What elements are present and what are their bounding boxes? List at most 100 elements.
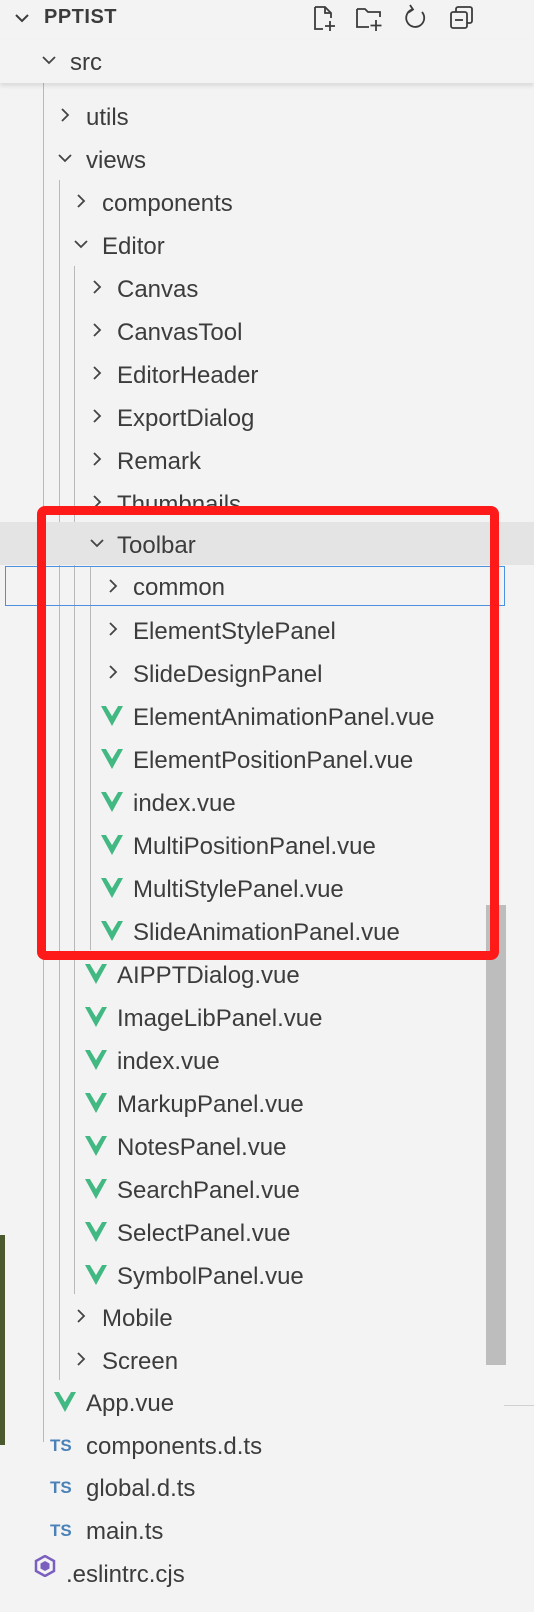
- file-explorer: PPTIST src types: [0, 0, 534, 1612]
- tree-folder-exportdialog[interactable]: ExportDialog: [0, 395, 534, 438]
- tree-folder-mobile[interactable]: Mobile: [0, 1295, 534, 1338]
- tree-file-app[interactable]: App.vue: [0, 1380, 534, 1423]
- vue-file-icon: [101, 835, 123, 855]
- tree-file-eslintrc[interactable]: .eslintrc.cjs: [0, 1551, 534, 1594]
- chevron-right-icon[interactable]: [88, 407, 106, 425]
- background-edge: [0, 1235, 5, 1445]
- tree-item-label: main.ts: [86, 1518, 164, 1545]
- tree-file-aipptdialog[interactable]: AIPPTDialog.vue: [0, 952, 534, 995]
- chevron-right-icon[interactable]: [72, 192, 90, 210]
- tree-folder-remark[interactable]: Remark: [0, 438, 534, 481]
- tree-item-label: common: [133, 574, 226, 601]
- tree-folder-canvastool[interactable]: CanvasTool: [0, 309, 534, 352]
- tree-file-notespanel[interactable]: NotesPanel.vue: [0, 1124, 534, 1167]
- chevron-down-icon[interactable]: [88, 534, 106, 552]
- collapse-all-icon[interactable]: [448, 4, 476, 32]
- tree-folder-views[interactable]: views: [0, 137, 534, 180]
- tree-item-label: AIPPTDialog.vue: [117, 962, 300, 989]
- tree-item-label: src: [70, 49, 102, 76]
- tree-folder-src[interactable]: src: [0, 40, 534, 83]
- refresh-icon[interactable]: [401, 4, 429, 32]
- typescript-file-icon: TS: [50, 1521, 72, 1540]
- tree-file-markuppanel[interactable]: MarkupPanel.vue: [0, 1081, 534, 1124]
- tree-folder-common[interactable]: common: [5, 566, 505, 606]
- tree-file-slideanimationpanel[interactable]: SlideAnimationPanel.vue: [0, 909, 534, 952]
- tree-item-label: components: [102, 190, 233, 217]
- tree-folder-screen[interactable]: Screen: [0, 1338, 534, 1381]
- tree-folder-slidedesignpanel[interactable]: SlideDesignPanel: [0, 651, 534, 694]
- explorer-title: PPTIST: [44, 6, 118, 28]
- vue-file-icon: [85, 1265, 107, 1285]
- tree-file-searchpanel[interactable]: SearchPanel.vue: [0, 1167, 534, 1210]
- tree-item-label: utils: [86, 104, 129, 131]
- tree-file-global-d-ts[interactable]: TS global.d.ts: [0, 1465, 534, 1508]
- vue-file-icon: [54, 1392, 76, 1412]
- chevron-right-icon[interactable]: [56, 106, 74, 124]
- typescript-file-icon: TS: [50, 1478, 72, 1497]
- new-folder-icon[interactable]: [355, 4, 383, 32]
- tree-item-label: ElementAnimationPanel.vue: [133, 704, 435, 731]
- tree-file-multipositionpanel[interactable]: MultiPositionPanel.vue: [0, 823, 534, 866]
- chevron-right-icon[interactable]: [88, 493, 106, 511]
- tree-item-label: SlideAnimationPanel.vue: [133, 919, 400, 946]
- tree-folder-components[interactable]: components: [0, 180, 534, 223]
- vue-file-icon: [101, 878, 123, 898]
- tree-item-label: .eslintrc.cjs: [66, 1561, 185, 1588]
- vue-file-icon: [101, 921, 123, 941]
- eslint-file-icon: [34, 1555, 56, 1577]
- chevron-right-icon[interactable]: [88, 364, 106, 382]
- chevron-right-icon[interactable]: [104, 620, 122, 638]
- tree-file-editor-index[interactable]: index.vue: [0, 1038, 534, 1081]
- chevron-right-icon[interactable]: [72, 1307, 90, 1325]
- tree-folder-utils[interactable]: utils: [0, 94, 534, 137]
- tree-file-main-ts[interactable]: TS main.ts: [0, 1508, 534, 1551]
- chevron-right-icon[interactable]: [88, 278, 106, 296]
- chevron-right-icon[interactable]: [104, 663, 122, 681]
- tree-file-toolbar-index[interactable]: index.vue: [0, 780, 534, 823]
- chevron-down-icon[interactable]: [56, 149, 74, 167]
- chevron-down-icon[interactable]: [72, 235, 90, 253]
- scrollbar-thumb[interactable]: [486, 905, 506, 1365]
- tree-item-label: global.d.ts: [86, 1475, 196, 1502]
- tree-item-label: ExportDialog: [117, 405, 255, 432]
- tree-item-label: components.d.ts: [86, 1433, 263, 1460]
- vue-file-icon: [85, 1222, 107, 1242]
- tree-item-label: Screen: [102, 1348, 179, 1375]
- chevron-right-icon[interactable]: [88, 450, 106, 468]
- tree-file-components-d-ts[interactable]: TS components.d.ts: [0, 1423, 534, 1466]
- tree-item-label: index.vue: [133, 790, 236, 817]
- tree-item-label: ElementPositionPanel.vue: [133, 747, 414, 774]
- vue-file-icon: [101, 749, 123, 769]
- vue-file-icon: [101, 792, 123, 812]
- tree-folder-canvas[interactable]: Canvas: [0, 266, 534, 309]
- vue-file-icon: [85, 1136, 107, 1156]
- tree-item-label: SelectPanel.vue: [117, 1220, 291, 1247]
- tree-file-selectpanel[interactable]: SelectPanel.vue: [0, 1210, 534, 1253]
- vue-file-icon: [85, 964, 107, 984]
- tree-folder-thumbnails[interactable]: Thumbnails: [0, 481, 534, 524]
- chevron-right-icon[interactable]: [72, 1350, 90, 1368]
- tree-item-label: SymbolPanel.vue: [117, 1263, 304, 1290]
- explorer-header[interactable]: PPTIST: [0, 0, 534, 38]
- tree-file-elementanimationpanel[interactable]: ElementAnimationPanel.vue: [0, 694, 534, 737]
- chevron-right-icon[interactable]: [104, 577, 122, 595]
- tree-folder-editorheader[interactable]: EditorHeader: [0, 352, 534, 395]
- chevron-right-icon[interactable]: [88, 321, 106, 339]
- tree-folder-elementstylepanel[interactable]: ElementStylePanel: [0, 608, 534, 651]
- tree-folder-editor[interactable]: Editor: [0, 223, 534, 266]
- tree-file-imagelibpanel[interactable]: ImageLibPanel.vue: [0, 995, 534, 1038]
- new-file-icon[interactable]: [310, 4, 338, 32]
- tree-folder-toolbar[interactable]: Toolbar: [0, 522, 534, 565]
- tree-item-label: Mobile: [102, 1305, 173, 1332]
- chevron-down-icon[interactable]: [40, 51, 58, 69]
- vue-file-icon: [85, 1179, 107, 1199]
- tree-file-multistylepanel[interactable]: MultiStylePanel.vue: [0, 866, 534, 909]
- tree-item-label: App.vue: [86, 1390, 175, 1417]
- chevron-down-icon[interactable]: [12, 8, 32, 28]
- tree-item-label: MarkupPanel.vue: [117, 1091, 304, 1118]
- vue-file-icon: [101, 706, 123, 726]
- vue-file-icon: [85, 1093, 107, 1113]
- tree-file-symbolpanel[interactable]: SymbolPanel.vue: [0, 1253, 534, 1296]
- tree-file-elementpositionpanel[interactable]: ElementPositionPanel.vue: [0, 737, 534, 780]
- tree-item-label: NotesPanel.vue: [117, 1134, 287, 1161]
